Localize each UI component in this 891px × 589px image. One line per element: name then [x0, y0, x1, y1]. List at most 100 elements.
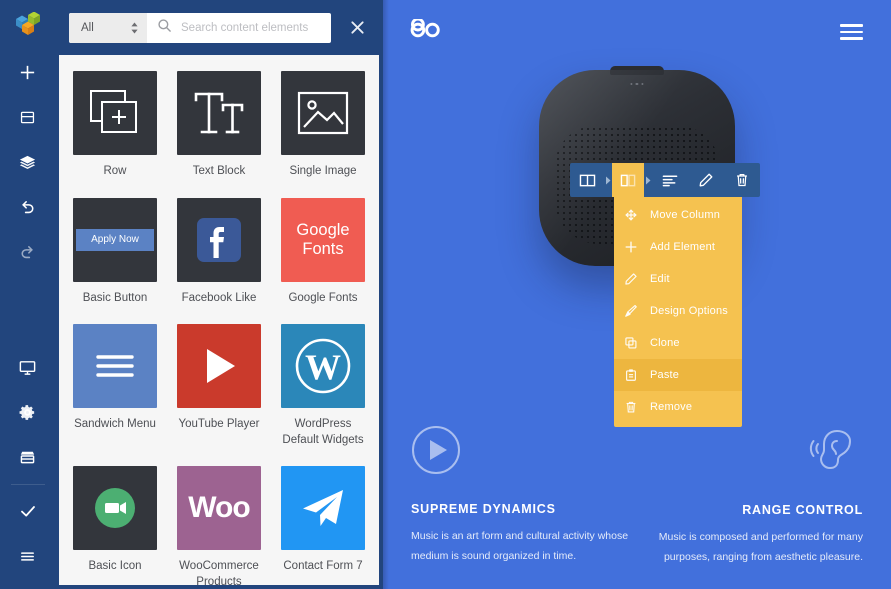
column-control-icon[interactable]: [612, 163, 644, 197]
search-bar: All: [69, 12, 331, 43]
hamburger-icon[interactable]: [840, 24, 863, 40]
menu-item-clone[interactable]: Clone: [614, 327, 742, 359]
clone-icon: [622, 336, 640, 350]
search-field-wrap: [147, 13, 331, 43]
sidebar-item-templates[interactable]: [0, 140, 55, 185]
element-label: Contact Form 7: [283, 560, 363, 573]
feature-body: Music is an art form and cultural activi…: [411, 530, 629, 562]
element-card-text-block[interactable]: Text Block: [167, 65, 271, 188]
pencil-icon[interactable]: [688, 163, 724, 197]
google-fonts-line2: Fonts: [302, 239, 344, 258]
app-logo[interactable]: [0, 0, 55, 50]
woo-icon: Woo: [177, 466, 261, 551]
video-camera-circle-icon: [73, 466, 157, 551]
element-card-wordpress-widgets[interactable]: W WordPress Default Widgets: [271, 318, 375, 456]
chevron-right-icon: [644, 163, 652, 197]
infinity-logo[interactable]: [407, 17, 447, 46]
row-control-icon[interactable]: [570, 163, 604, 197]
sidebar-item-redo[interactable]: [0, 230, 55, 275]
play-triangle-icon: [177, 324, 261, 409]
menu-item-paste[interactable]: Paste: [614, 359, 742, 391]
element-label: WooCommerce Products: [179, 560, 259, 585]
element-card-single-image[interactable]: Single Image: [271, 65, 375, 188]
pencil-icon: [622, 272, 640, 286]
sidebar-item-responsive-preview[interactable]: [0, 345, 55, 390]
sidebar-item-add-element[interactable]: [0, 50, 55, 95]
element-card-google-fonts[interactable]: Google Fonts Google Fonts: [271, 192, 375, 315]
element-card-woocommerce-products[interactable]: Woo WooCommerce Products: [167, 460, 271, 585]
menu-item-label: Move Column: [650, 209, 721, 221]
visual-composer-editor: All Search content elements Row Text Blo…: [0, 0, 891, 589]
feature-column-left[interactable]: SUPREME DYNAMICS Music is an art form an…: [411, 425, 629, 567]
left-icon-rail: [0, 0, 55, 589]
woo-text: Woo: [188, 491, 250, 525]
search-input[interactable]: [181, 21, 331, 34]
move-arrows-icon: [622, 208, 640, 222]
speaker-indicator-dots: [630, 83, 644, 86]
play-circle-icon: [411, 425, 629, 480]
elements-scroll-area[interactable]: Row Text Block Single Image Apply Now Ba…: [59, 55, 379, 585]
site-header: [383, 0, 891, 64]
menu-item-remove[interactable]: Remove: [614, 391, 742, 423]
element-card-row[interactable]: Row: [63, 65, 167, 188]
sidebar-item-save-changes[interactable]: [0, 489, 55, 534]
feature-columns: SUPREME DYNAMICS Music is an art form an…: [383, 425, 891, 567]
element-label: WordPress Default Widgets: [282, 418, 364, 446]
element-label: YouTube Player: [178, 418, 260, 431]
sidebar-item-undo[interactable]: [0, 185, 55, 230]
page-preview-canvas[interactable]: SUPREME DYNAMICS Music is an art form an…: [383, 0, 891, 589]
picture-icon: [281, 71, 365, 155]
sidebar-item-more-menu[interactable]: [0, 534, 55, 579]
ear-listen-icon: [645, 425, 863, 481]
search-icon: [157, 18, 172, 38]
menu-item-edit[interactable]: Edit: [614, 263, 742, 295]
google-fonts-line1: Google: [296, 221, 350, 240]
feature-title: SUPREME DYNAMICS: [411, 502, 556, 517]
chevron-right-icon: [604, 163, 612, 197]
menu-item-add-element[interactable]: Add Element: [614, 231, 742, 263]
category-select[interactable]: All: [69, 12, 147, 43]
feature-column-right[interactable]: RANGE CONTROL Music is composed and perf…: [645, 425, 863, 567]
element-card-sandwich-menu[interactable]: Sandwich Menu: [63, 318, 167, 456]
paste-icon: [622, 368, 640, 382]
panel-toolbar: All: [55, 0, 383, 55]
menu-item-label: Remove: [650, 401, 693, 413]
elements-grid: Row Text Block Single Image Apply Now Ba…: [59, 65, 379, 585]
menu-item-label: Edit: [650, 273, 670, 285]
element-label: Row: [103, 165, 127, 177]
content-elements-panel: All Search content elements Row Text Blo…: [55, 0, 383, 589]
element-card-contact-form-7[interactable]: Contact Form 7: [271, 460, 375, 585]
element-label: Sandwich Menu: [74, 418, 156, 431]
menu-item-design-options[interactable]: Design Options: [614, 295, 742, 327]
menu-item-label: Paste: [650, 369, 680, 381]
hamburger-icon: [73, 324, 157, 409]
trash-icon: [622, 400, 640, 414]
element-label: Basic Icon: [88, 560, 142, 573]
feature-body: Music is composed and performed for many…: [658, 531, 863, 563]
element-card-basic-icon[interactable]: Basic Icon: [63, 460, 167, 585]
align-list-icon[interactable]: [652, 163, 688, 197]
element-label: Basic Button: [82, 291, 148, 304]
apply-now-preview-label: Apply Now: [76, 228, 154, 251]
element-label: Text Block: [192, 165, 246, 177]
menu-item-label: Design Options: [650, 305, 729, 317]
sidebar-item-page-layout[interactable]: [0, 435, 55, 480]
google-fonts-text: Google Fonts: [296, 221, 349, 258]
google-fonts-icon: Google Fonts: [281, 197, 365, 282]
element-label: Facebook Like: [181, 291, 257, 304]
button-icon: Apply Now: [73, 197, 157, 282]
brush-icon: [622, 304, 640, 318]
element-card-youtube-player[interactable]: YouTube Player: [167, 318, 271, 456]
element-label: Single Image: [289, 165, 357, 177]
plus-icon: [622, 240, 640, 254]
close-icon[interactable]: [331, 0, 383, 55]
trash-icon[interactable]: [724, 163, 760, 197]
menu-item-label: Add Element: [650, 241, 716, 253]
element-card-basic-button[interactable]: Apply Now Basic Button: [63, 192, 167, 315]
element-card-facebook-like[interactable]: Facebook Like: [167, 192, 271, 315]
column-context-menu: Move Column Add Element Edit Design Opti…: [614, 197, 742, 427]
sidebar-item-add-row[interactable]: [0, 95, 55, 140]
element-controls-toolbar: [570, 163, 760, 197]
menu-item-move-column[interactable]: Move Column: [614, 199, 742, 231]
sidebar-item-settings[interactable]: [0, 390, 55, 435]
